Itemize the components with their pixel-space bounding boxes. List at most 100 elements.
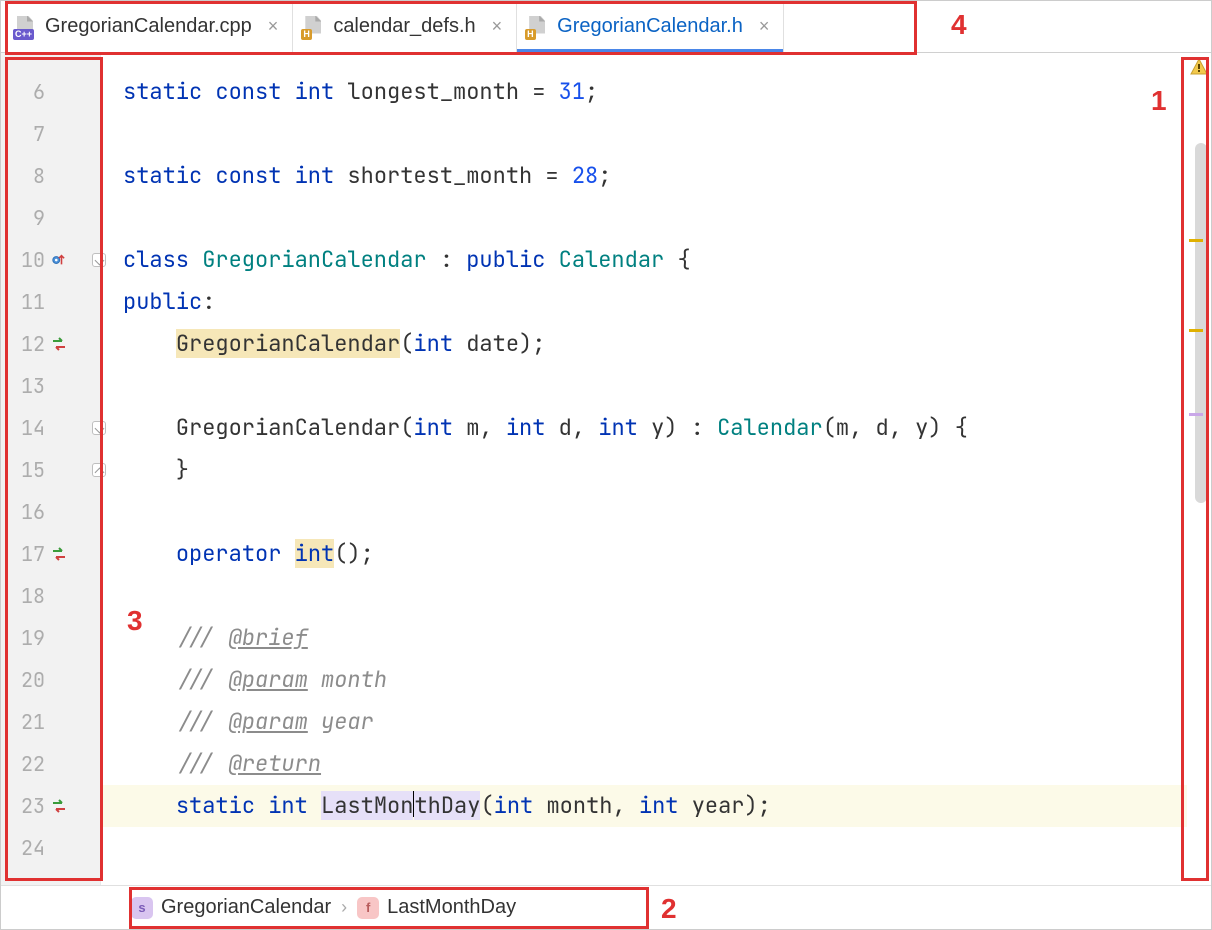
override-icon[interactable] [51, 253, 65, 267]
breadcrumb: sGregorianCalendar›fLastMonthDay [1, 885, 1211, 929]
code-line[interactable]: /// @param month [101, 659, 1187, 701]
line-number: 23 [1, 793, 45, 819]
editor-window: C++GregorianCalendar.cpp×Hcalendar_defs.… [0, 0, 1212, 930]
annotation-number: 3 [127, 605, 143, 637]
code-token: static [123, 77, 215, 106]
tab-gregoriancalendar-h[interactable]: HGregorianCalendar.h× [517, 1, 784, 52]
fold-handle-icon[interactable] [92, 253, 106, 267]
struct-icon: s [131, 897, 153, 919]
line-number: 10 [1, 247, 45, 273]
gutter-row[interactable]: 20 [1, 659, 100, 701]
scrollbar-thumb[interactable] [1195, 143, 1207, 503]
code-line[interactable]: /// @return [101, 743, 1187, 785]
vcs-change-icon[interactable] [51, 336, 67, 352]
code-line[interactable]: GregorianCalendar(int date); [101, 323, 1187, 365]
code-token: @param [229, 665, 308, 694]
marker-stripe[interactable] [1189, 329, 1203, 332]
code-line[interactable]: /// @param year [101, 701, 1187, 743]
code-line[interactable] [101, 365, 1187, 407]
tab-gregoriancalendar-cpp[interactable]: C++ GregorianCalendar.cpp × [5, 1, 293, 52]
code-token: static [123, 161, 215, 190]
code-token: : [202, 287, 215, 316]
gutter-row[interactable]: 19 [1, 617, 100, 659]
gutter-row[interactable]: 21 [1, 701, 100, 743]
gutter-row[interactable]: 11 [1, 281, 100, 323]
gutter-row[interactable]: 17 [1, 533, 100, 575]
gutter[interactable]: 6789 10 111213 14 1516171819202122 23 24 [1, 53, 101, 885]
gutter-icons [45, 546, 100, 562]
file-icon: C++ [15, 16, 37, 38]
marker-stripe[interactable] [1189, 413, 1203, 416]
code-token: const [215, 77, 294, 106]
code-token: month, [546, 791, 638, 820]
code-token: /// [176, 623, 229, 652]
code-token: int [494, 791, 547, 820]
warning-icon[interactable] [1189, 57, 1209, 77]
code-token: int [295, 161, 348, 190]
gutter-row[interactable]: 7 [1, 113, 100, 155]
gutter-row[interactable]: 23 [1, 785, 100, 827]
code-token: const [215, 161, 294, 190]
code-line[interactable]: static const int shortest_month = 28; [101, 155, 1187, 197]
code-token: (); [334, 539, 374, 568]
code-token: longest_month = [347, 77, 558, 106]
code-token: ; [598, 161, 611, 190]
close-icon[interactable]: × [759, 16, 770, 37]
code-line[interactable]: /// @brief [101, 617, 1187, 659]
gutter-row[interactable]: 10 [1, 239, 100, 281]
code-line[interactable] [101, 491, 1187, 533]
gutter-row[interactable]: 14 [1, 407, 100, 449]
gutter-row[interactable]: 6 [1, 71, 100, 113]
gutter-icons [45, 336, 100, 352]
gutter-row[interactable]: 12 [1, 323, 100, 365]
annotation-number: 4 [951, 9, 967, 41]
code-token: (m, d, y) { [823, 413, 968, 442]
code-line[interactable]: static int LastMonthDay(int month, int y… [101, 785, 1187, 827]
code-token: m, [466, 413, 506, 442]
code-token: int [506, 413, 559, 442]
vcs-change-icon[interactable] [51, 546, 67, 562]
gutter-row[interactable]: 18 [1, 575, 100, 617]
code-token: GregorianCalendar [202, 245, 440, 274]
fold-handle-icon[interactable] [92, 463, 106, 477]
code-line[interactable]: operator int(); [101, 533, 1187, 575]
code-token: 31 [559, 77, 585, 106]
code-line[interactable]: public: [101, 281, 1187, 323]
code-token: GregorianCalendar [176, 329, 400, 358]
code-editor[interactable]: static const int longest_month = 31;stat… [101, 53, 1187, 885]
fold-handle-icon[interactable] [92, 421, 106, 435]
gutter-row[interactable]: 22 [1, 743, 100, 785]
code-line[interactable] [101, 575, 1187, 617]
code-token: LastMon [321, 791, 413, 820]
code-token [123, 749, 176, 778]
code-token: y) : [651, 413, 717, 442]
code-line[interactable]: class GregorianCalendar : public Calenda… [101, 239, 1187, 281]
code-token: int [413, 329, 466, 358]
marker-bar[interactable] [1187, 53, 1211, 885]
file-icon: H [303, 16, 325, 38]
tab-label: GregorianCalendar.cpp [45, 15, 252, 38]
code-line[interactable] [101, 197, 1187, 239]
gutter-row[interactable]: 15 [1, 449, 100, 491]
code-line[interactable] [101, 113, 1187, 155]
tab-calendar_defs-h[interactable]: Hcalendar_defs.h× [293, 1, 517, 52]
marker-stripe[interactable] [1189, 239, 1203, 242]
code-line[interactable]: GregorianCalendar(int m, int d, int y) :… [101, 407, 1187, 449]
breadcrumb-item[interactable]: fLastMonthDay [357, 896, 516, 919]
close-icon[interactable]: × [268, 16, 279, 37]
code-token [123, 539, 176, 568]
tab-bar: C++GregorianCalendar.cpp×Hcalendar_defs.… [1, 1, 1211, 53]
code-line[interactable]: static const int longest_month = 31; [101, 71, 1187, 113]
gutter-row[interactable]: 24 [1, 827, 100, 869]
code-token [123, 791, 176, 820]
gutter-row[interactable]: 8 [1, 155, 100, 197]
code-line[interactable]: } [101, 449, 1187, 491]
gutter-row[interactable]: 16 [1, 491, 100, 533]
breadcrumb-item[interactable]: sGregorianCalendar [131, 896, 331, 919]
vcs-change-icon[interactable] [51, 798, 67, 814]
close-icon[interactable]: × [492, 16, 503, 37]
line-number: 14 [1, 415, 45, 441]
gutter-row[interactable]: 13 [1, 365, 100, 407]
code-line[interactable] [101, 827, 1187, 869]
gutter-row[interactable]: 9 [1, 197, 100, 239]
